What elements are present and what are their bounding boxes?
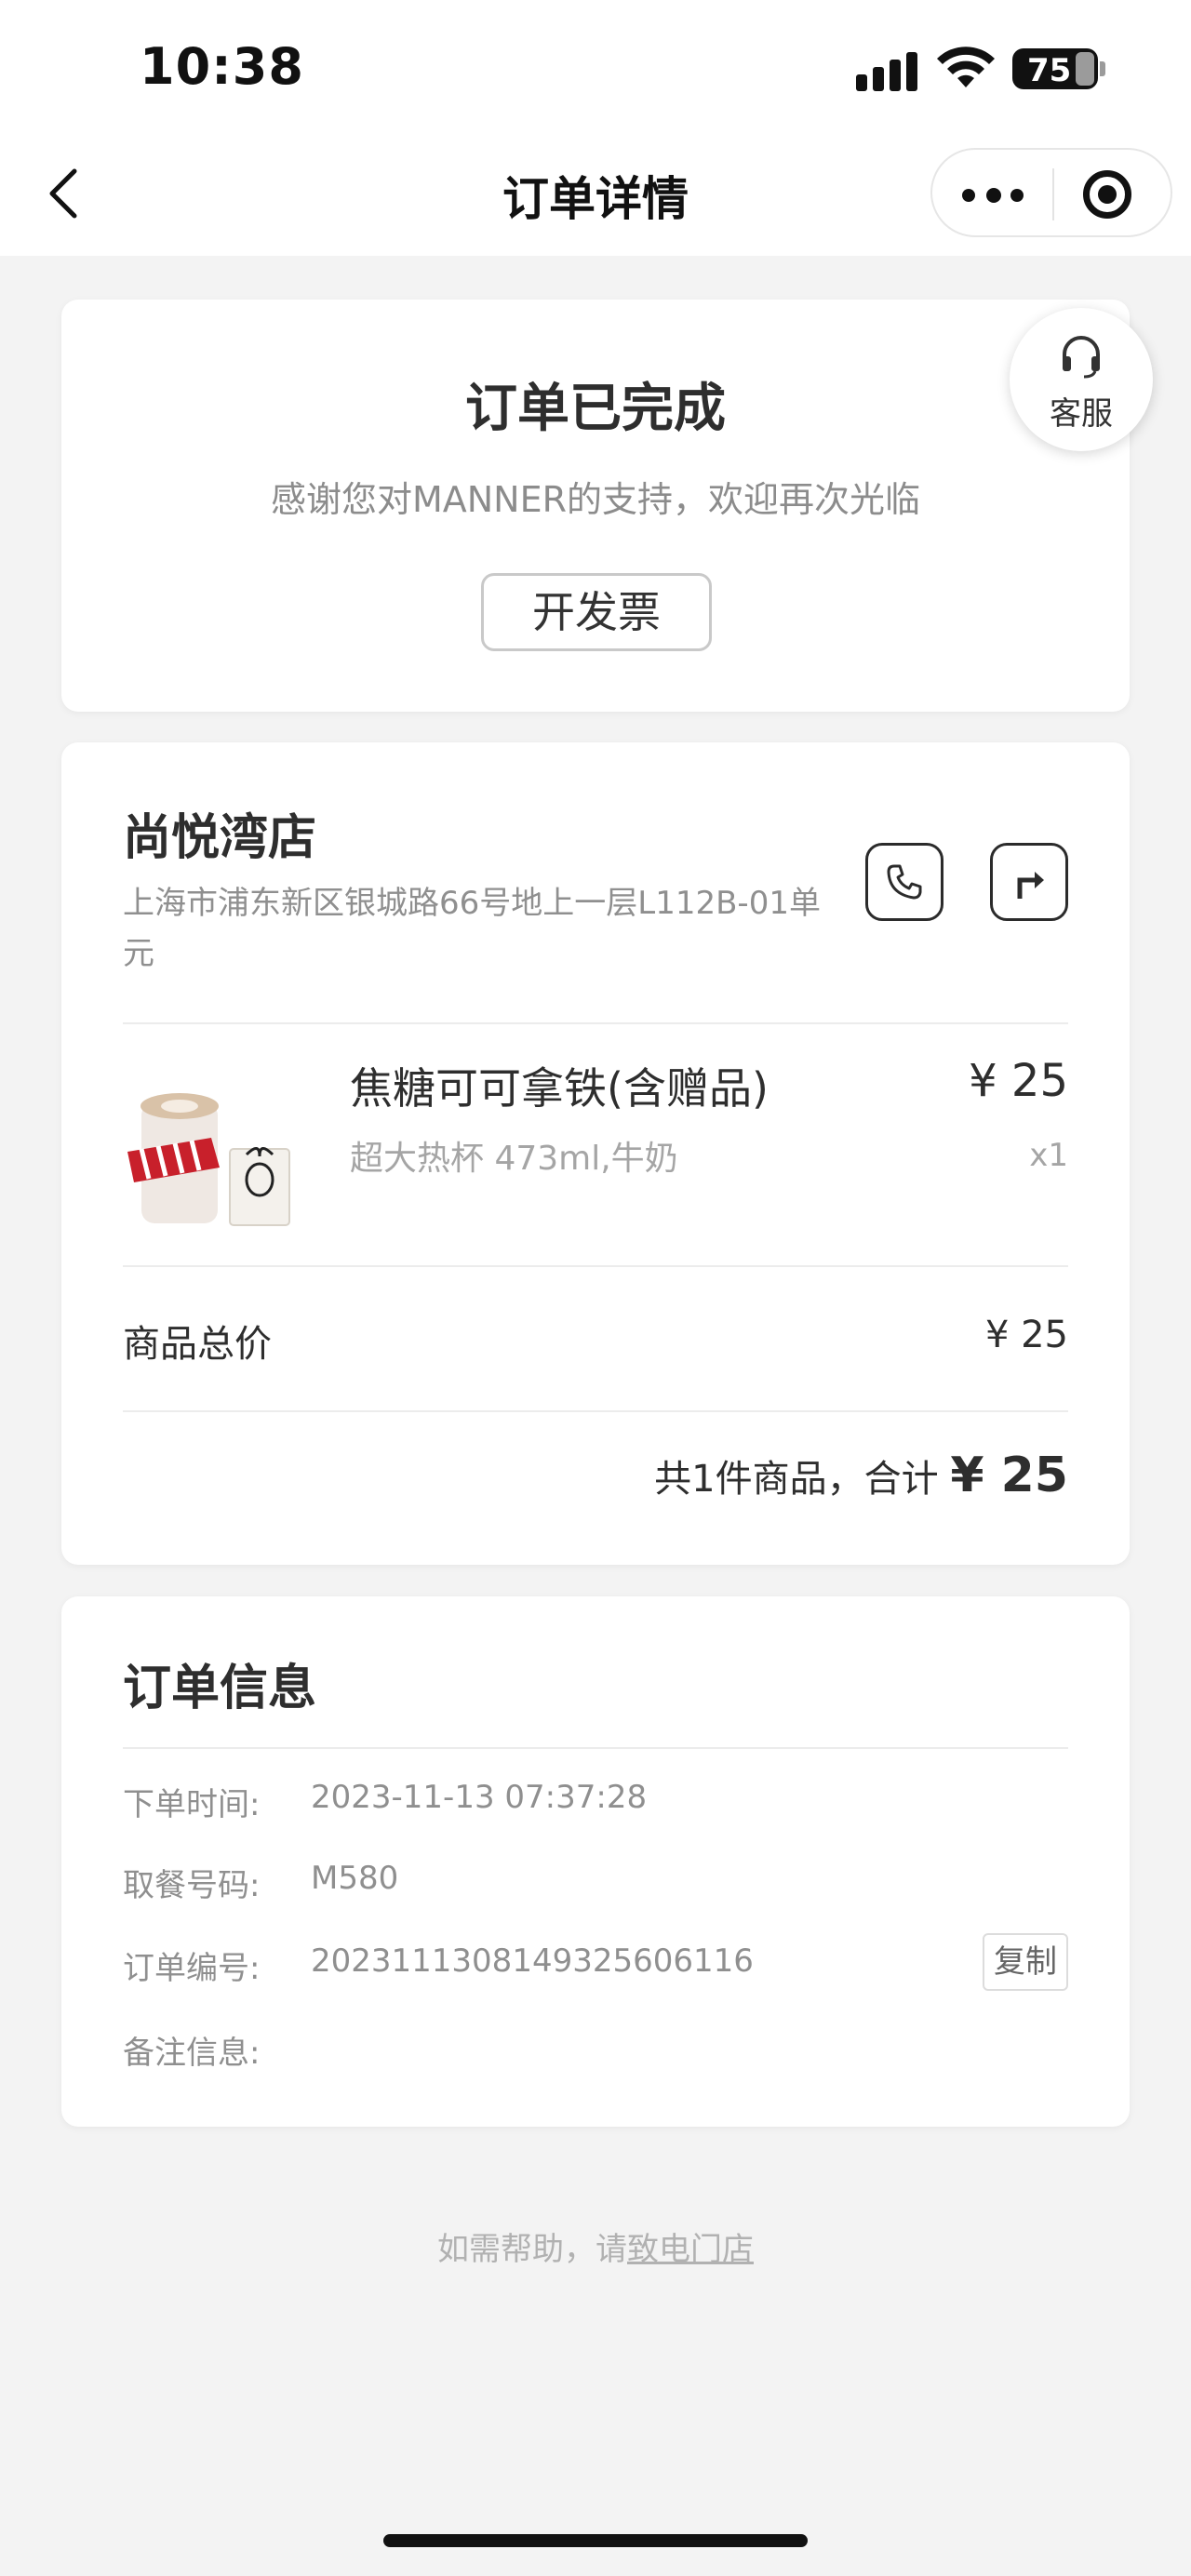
- help-prefix: 如需帮助，请: [437, 2231, 627, 2268]
- signal-icon: [856, 48, 921, 91]
- remarks-label: 备注信息:: [123, 2035, 261, 2072]
- product-spec: 超大热杯 473ml,牛奶: [350, 1140, 678, 1178]
- call-store-link[interactable]: 致电门店: [627, 2231, 754, 2268]
- battery-cap: [1100, 61, 1105, 76]
- invoice-button[interactable]: 开发票: [481, 573, 712, 651]
- remarks-row: 备注信息:: [123, 2020, 1068, 2075]
- order-status-card: 订单已完成 感谢您对MANNER的支持，欢迎再次光临 开发票: [61, 300, 1130, 712]
- order-time-value: 2023-11-13 07:37:28: [311, 1779, 648, 1816]
- phone-icon: [887, 864, 922, 900]
- battery-level: 75: [1027, 52, 1072, 89]
- divider: [123, 1022, 1068, 1024]
- divider: [123, 1747, 1068, 1749]
- miniprogram-capsule: [930, 148, 1172, 237]
- status-time: 10:38: [140, 37, 304, 96]
- order-status-subtitle: 感谢您对MANNER的支持，欢迎再次光临: [270, 479, 921, 520]
- divider: [123, 1410, 1068, 1412]
- order-info-title: 订单信息: [123, 1661, 317, 1716]
- subtotal-value: ¥ 25: [984, 1314, 1068, 1356]
- navigate-store-button[interactable]: [990, 843, 1068, 921]
- pickup-number-label: 取餐号码:: [123, 1867, 261, 1904]
- pickup-number-row: 取餐号码: M580: [123, 1852, 1068, 1908]
- total-amount: ¥ 25: [950, 1448, 1068, 1503]
- pickup-number-value: M580: [311, 1860, 399, 1897]
- store-order-card: 尚悦湾店 上海市浦东新区银城路66号地上一层L112B-01单元 焦糖可可拿铁(…: [61, 742, 1130, 1565]
- store-name: 尚悦湾店: [123, 810, 317, 866]
- order-time-row: 下单时间: 2023-11-13 07:37:28: [123, 1771, 1068, 1827]
- order-number-label: 订单编号:: [123, 1950, 261, 1987]
- product-quantity: x1: [1029, 1137, 1068, 1174]
- product-image: [127, 1093, 290, 1226]
- divider: [123, 1265, 1068, 1267]
- status-bar: 10:38 75: [0, 0, 1191, 130]
- total-text: 共1件商品，合计: [654, 1458, 939, 1501]
- order-total: 共1件商品，合计 ¥ 25: [654, 1448, 1068, 1503]
- order-number-row: 订单编号: 20231113081493256061​16 复制: [123, 1933, 1068, 1991]
- order-info-card: 订单信息 下单时间: 2023-11-13 07:37:28 取餐号码: M58…: [61, 1596, 1130, 2127]
- nav-bar: 订单详情: [0, 130, 1191, 256]
- store-address: 上海市浦东新区银城路66号地上一层L112B-01单元: [123, 885, 821, 972]
- home-indicator[interactable]: [383, 2534, 808, 2547]
- order-status-title: 订单已完成: [465, 379, 726, 439]
- copy-order-number-button[interactable]: 复制: [983, 1933, 1068, 1991]
- customer-service-label: 客服: [1050, 395, 1113, 433]
- help-text: 如需帮助，请致电门店: [0, 2223, 1191, 2269]
- subtotal-label: 商品总价: [123, 1323, 272, 1366]
- capsule-divider: [1052, 168, 1054, 220]
- product-name: 焦糖可可拿铁(含赠品): [350, 1063, 769, 1114]
- battery-icon: 75: [1012, 48, 1098, 89]
- call-store-button[interactable]: [865, 843, 943, 921]
- wifi-icon: [937, 47, 995, 87]
- order-number-value: 20231113081493256061​16: [311, 1942, 754, 1980]
- more-icon[interactable]: [962, 176, 1024, 213]
- customer-service-button[interactable]: 客服: [1010, 308, 1153, 451]
- directions-icon: [1017, 872, 1044, 899]
- close-miniprogram-icon[interactable]: [1083, 170, 1131, 219]
- order-time-label: 下单时间:: [123, 1786, 261, 1823]
- headset-icon: [1063, 336, 1100, 379]
- product-price: ¥ 25: [969, 1055, 1068, 1107]
